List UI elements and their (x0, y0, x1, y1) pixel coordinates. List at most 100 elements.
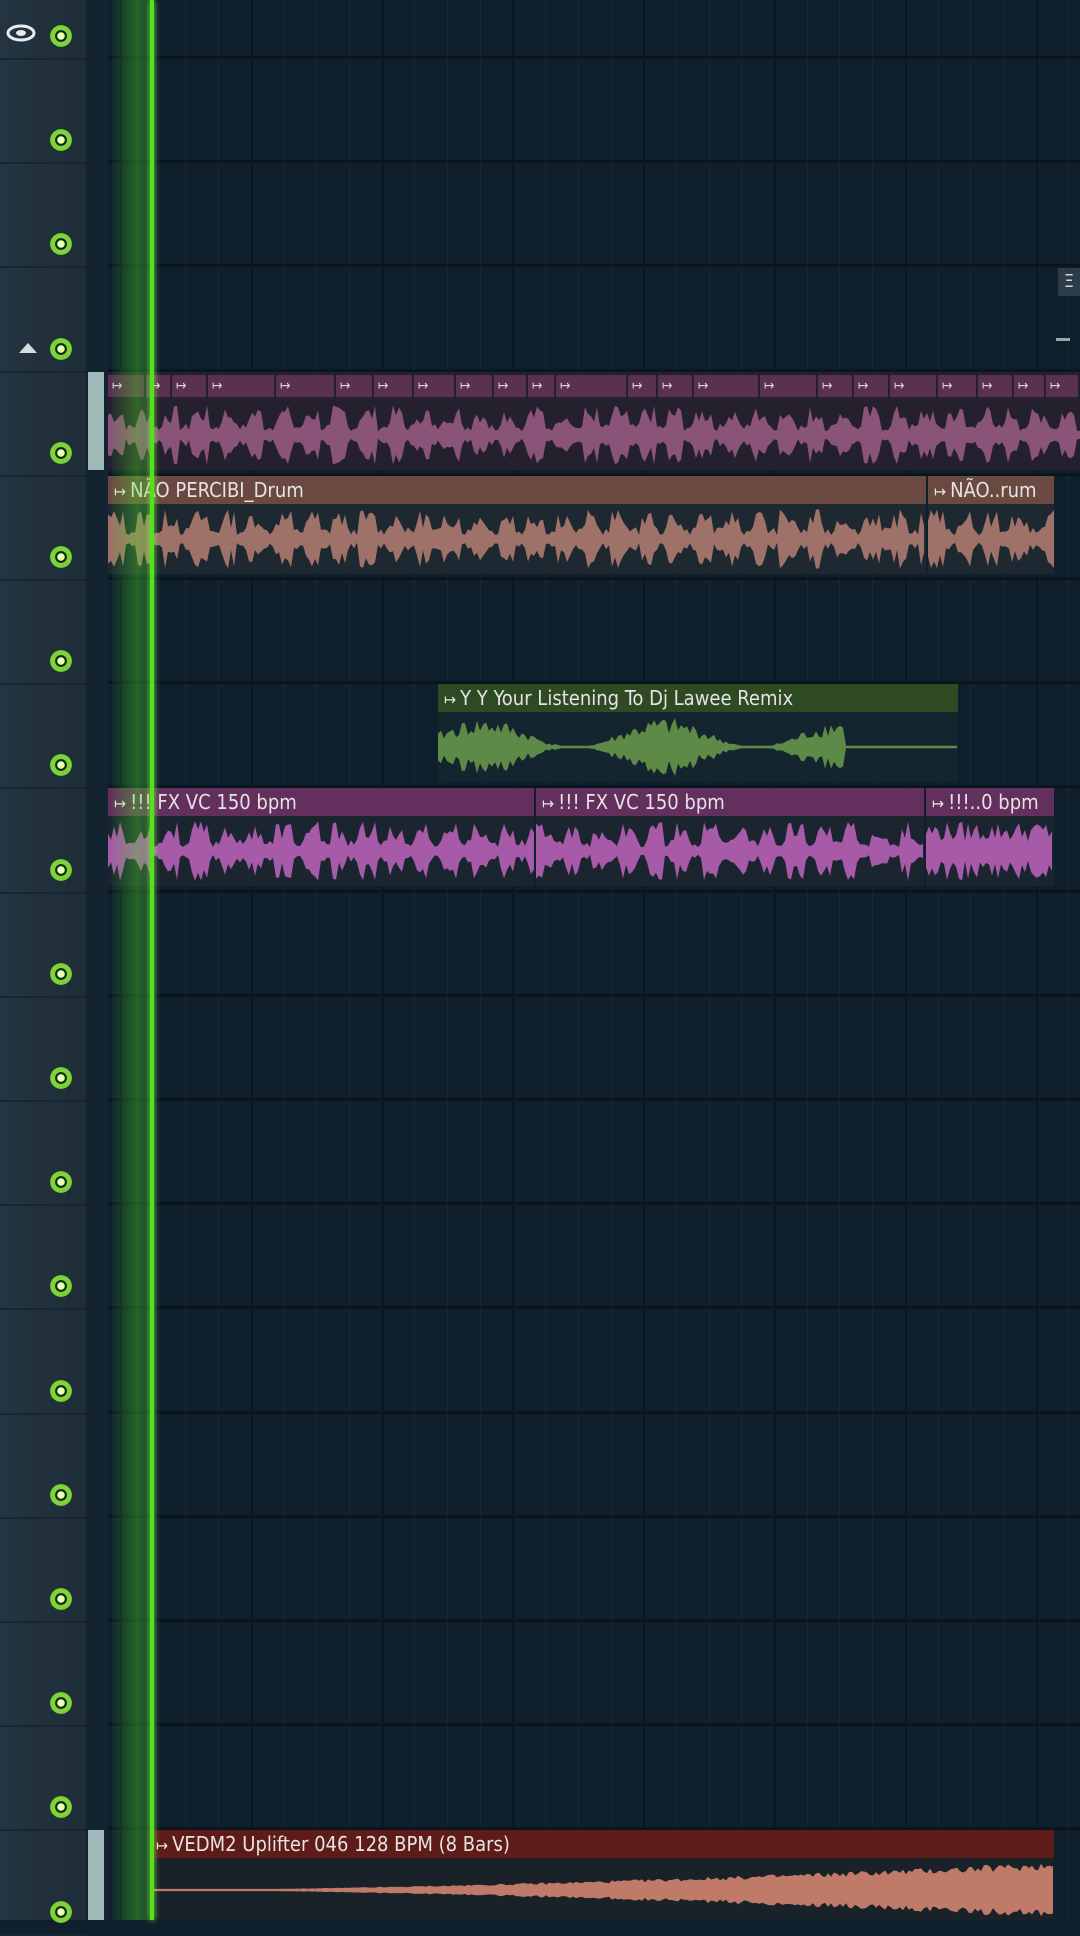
mini-clip-header[interactable]: ↦ (694, 375, 758, 397)
mini-clip-header[interactable]: ↦ (628, 375, 656, 397)
waveform (926, 821, 1052, 881)
mini-clip-header[interactable]: ↦ (1014, 375, 1044, 397)
track-divider (0, 1829, 86, 1832)
waveform (108, 509, 924, 569)
track-divider (0, 1204, 86, 1207)
track-mute-led[interactable] (50, 1588, 72, 1610)
audio-clip[interactable]: ↦ Y Y Your Listening To Dj Lawee Remix (438, 684, 958, 782)
grid-line (512, 0, 515, 1920)
track-mute-led[interactable] (50, 441, 72, 464)
triangle-up-icon[interactable] (19, 343, 37, 353)
audio-clip[interactable]: ↦ !!!..0 bpm (926, 788, 1054, 886)
track-mute-led[interactable] (50, 546, 72, 568)
waveform-shape (536, 821, 923, 881)
track-divider (108, 264, 1080, 268)
track-mute-led[interactable] (50, 858, 72, 881)
grid-line (218, 0, 220, 1920)
waveform (108, 821, 534, 881)
clip-label: VEDM2 Uplifter 046 128 BPM (8 Bars) (172, 1832, 510, 1856)
mini-clip-header[interactable]: ↦ (890, 375, 936, 397)
track-divider (108, 577, 1080, 580)
track-divider (0, 58, 86, 60)
waveform-shape (438, 718, 957, 776)
track-selected-indicator (88, 1830, 104, 1920)
mini-clip-header[interactable]: ↦ (374, 375, 412, 397)
track-divider (0, 474, 86, 477)
track-divider (108, 1514, 1080, 1518)
waveform-shape (150, 1863, 1053, 1917)
waveform-shape (108, 821, 534, 881)
mini-clip-header[interactable]: ↦ (938, 375, 976, 397)
mini-clip-header[interactable]: ↦ (854, 375, 888, 397)
menu-icon[interactable]: Ξ (1058, 268, 1080, 296)
mini-clip-header[interactable]: ↦ (172, 375, 206, 397)
waveform-shape (108, 405, 1080, 465)
clip-arrow-icon: ↦ (932, 794, 945, 813)
mini-clip-header[interactable]: ↦ (1046, 375, 1078, 397)
grid-line (970, 0, 972, 1920)
track-divider (108, 56, 1080, 59)
audio-clip[interactable]: ↦ VEDM2 Uplifter 046 128 BPM (8 Bars) (150, 1830, 1054, 1920)
grid-line (545, 0, 547, 1920)
grid-line (1035, 0, 1038, 1920)
eye-icon[interactable] (6, 22, 36, 44)
grid-line (250, 0, 253, 1920)
grid-line (741, 0, 743, 1920)
drum-loop-clips[interactable]: ↦↦↦↦↦↦↦↦↦↦↦↦↦↦↦↦↦↦↦↦↦↦↦ (108, 372, 1080, 470)
audio-clip[interactable]: ↦ NÃO..rum (928, 476, 1054, 574)
track-mute-led[interactable] (50, 1483, 72, 1506)
track-selected-indicator (88, 372, 104, 470)
audio-clip[interactable]: ↦!!! FX VC 150 bpm (108, 788, 534, 886)
waveform-shape (108, 509, 924, 569)
mini-clip-header[interactable]: ↦ (456, 375, 492, 397)
clip-label: !!!..0 bpm (948, 790, 1039, 814)
mini-clip-header[interactable]: ↦ (978, 375, 1012, 397)
track-mute-led[interactable] (50, 337, 72, 360)
playhead-glow (112, 0, 154, 1920)
grid-line (675, 0, 677, 1920)
track-divider (0, 579, 86, 581)
track-mute-led[interactable] (50, 25, 72, 47)
track-divider (0, 266, 86, 269)
playhead[interactable] (150, 0, 154, 1920)
track-divider (0, 1621, 86, 1623)
track-divider (108, 1098, 1080, 1101)
track-indicator-strip (86, 0, 108, 1920)
grid-line (774, 0, 776, 1920)
mini-clip-header[interactable]: ↦ (414, 375, 454, 397)
track-divider (0, 995, 86, 998)
mini-clip-header[interactable]: ↦ (658, 375, 692, 397)
clip-arrow-icon: ↦ (542, 794, 555, 813)
grid-line (643, 0, 646, 1920)
track-divider (108, 1410, 1080, 1414)
mini-clip-header[interactable]: ↦ (494, 375, 526, 397)
track-divider (0, 1100, 86, 1102)
waveform (928, 509, 1054, 569)
grid-line (577, 0, 579, 1920)
mini-clip-header[interactable]: ↦ (208, 375, 274, 397)
track-divider (0, 1933, 86, 1936)
audio-clip[interactable]: ↦!!! FX VC 150 bpm (536, 788, 924, 886)
mini-clip-header[interactable]: ↦ (556, 375, 626, 397)
mini-clip-header[interactable]: ↦ (336, 375, 372, 397)
track-mute-led[interactable] (50, 1900, 72, 1923)
track-mute-led[interactable] (50, 1379, 72, 1402)
track-divider (0, 683, 86, 686)
track-divider (108, 1723, 1080, 1727)
scroll-marker (1056, 338, 1070, 341)
playlist-grid[interactable] (108, 0, 1080, 1920)
grid-line (937, 0, 939, 1920)
track-divider (0, 1725, 86, 1728)
track-divider (0, 162, 86, 165)
audio-clip[interactable]: ↦NÃO PERCIBI_Drum (108, 476, 926, 574)
mini-clip-header[interactable]: ↦ (276, 375, 334, 397)
mini-clip-header[interactable]: ↦ (818, 375, 852, 397)
mini-clip-header[interactable]: ↦ (760, 375, 816, 397)
mini-clip-header[interactable]: ↦ (528, 375, 554, 397)
track-divider (0, 1412, 86, 1415)
clip-label: !!! FX VC 150 bpm (130, 790, 297, 814)
track-divider (0, 370, 86, 373)
grid-line (1002, 0, 1004, 1920)
track-mute-led[interactable] (50, 962, 72, 985)
track-mute-led[interactable] (50, 1067, 72, 1089)
